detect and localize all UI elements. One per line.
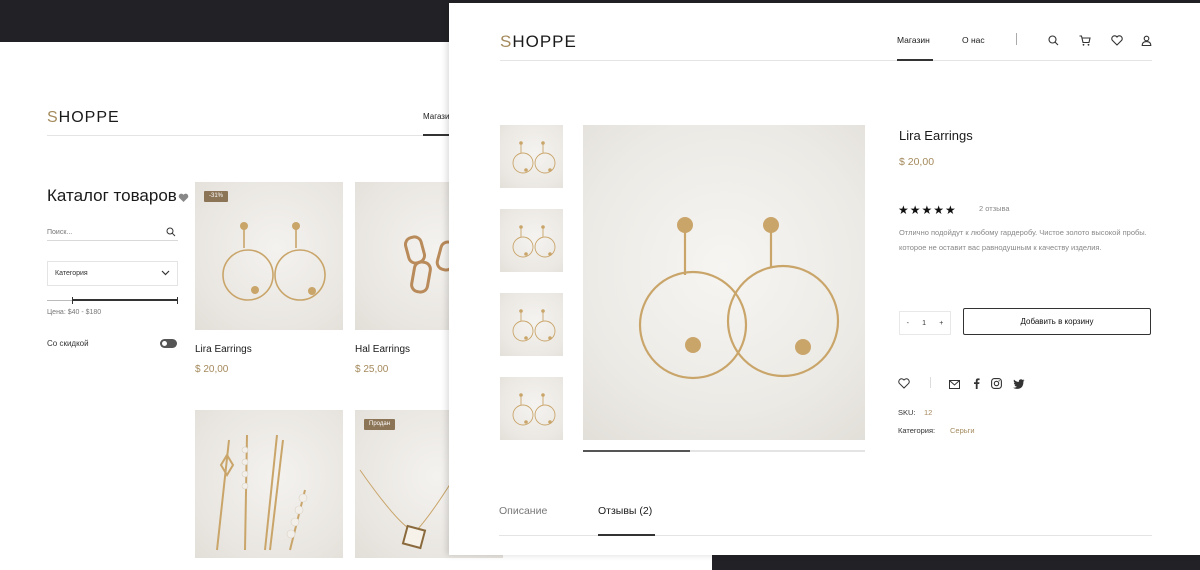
page-title: Каталог товаров: [47, 186, 177, 205]
gallery-thumbnail[interactable]: [500, 209, 563, 272]
search-field[interactable]: [47, 221, 178, 241]
tabs-divider: [499, 535, 1152, 536]
logo-first-letter: S: [47, 109, 59, 126]
cart-icon[interactable]: [1079, 33, 1091, 51]
price-range-handle-max[interactable]: [177, 297, 178, 304]
tab-active-indicator: [598, 534, 655, 536]
category-select[interactable]: Категория: [47, 261, 178, 286]
email-icon[interactable]: [949, 376, 960, 394]
product-window: SHOPPE Магазин О нас Lira Earrings $ 20,…: [449, 3, 1200, 555]
search-icon[interactable]: [166, 224, 176, 242]
earrings-hoop-icon: [512, 225, 556, 258]
quantity-stepper[interactable]: - 1 +: [899, 311, 951, 335]
search-input[interactable]: [47, 225, 157, 236]
logo[interactable]: SHOPPE: [500, 32, 577, 52]
gallery-scrollbar-thumb[interactable]: [583, 450, 690, 452]
earrings-hoop-icon: [222, 222, 326, 301]
earrings-hoop-icon: [512, 393, 556, 426]
heart-icon[interactable]: [1111, 33, 1123, 51]
product-name[interactable]: Lira Earrings: [195, 344, 252, 355]
logo-first-letter: S: [500, 32, 513, 51]
nav-about-link[interactable]: О нас: [962, 35, 985, 45]
product-title: Lira Earrings: [899, 128, 973, 143]
product-main-image[interactable]: [583, 125, 865, 440]
category-label: Категория:: [898, 426, 936, 435]
tab-description[interactable]: Описание: [499, 505, 547, 517]
earrings-hoop-icon: [638, 217, 840, 380]
nav-active-indicator: [897, 59, 933, 61]
share-divider: [930, 377, 931, 388]
discount-badge: -31%: [204, 191, 229, 202]
nav-shop-link[interactable]: Магазин: [897, 35, 930, 45]
header-divider: [500, 60, 1152, 61]
search-icon[interactable]: [1048, 33, 1059, 51]
twitter-icon[interactable]: [1013, 376, 1025, 394]
gallery-thumbnail[interactable]: [500, 125, 563, 188]
wishlist-heart-icon[interactable]: [898, 376, 910, 394]
chevron-down-icon: [161, 270, 170, 278]
product-name[interactable]: Hal Earrings: [355, 344, 410, 355]
product-image[interactable]: [195, 182, 343, 330]
user-icon[interactable]: [1141, 33, 1152, 51]
qty-minus-button[interactable]: -: [907, 320, 909, 327]
sku-label: SKU:: [898, 408, 916, 417]
product-price: $ 20,00: [195, 364, 229, 375]
logo[interactable]: SHOPPE: [47, 109, 120, 127]
price-range-handle-min[interactable]: [72, 297, 73, 304]
qty-plus-button[interactable]: +: [939, 320, 943, 327]
facebook-icon[interactable]: [973, 376, 980, 394]
sold-badge: Продан: [364, 419, 396, 430]
category-link[interactable]: Серьги: [950, 426, 975, 435]
category-select-label: Категория: [55, 270, 88, 277]
nav-divider: [1016, 33, 1017, 45]
sale-toggle[interactable]: [160, 339, 177, 348]
product-price: $ 20,00: [899, 156, 935, 168]
price-range-fill: [73, 299, 178, 301]
logo-text: HOPPE: [512, 32, 577, 51]
gallery-thumbnail[interactable]: [500, 377, 563, 440]
earrings-hoop-icon: [512, 141, 556, 174]
product-description: Отлично подойдут к любому гардеробу. Чис…: [899, 228, 1147, 252]
price-range-label: Цена: $40 - $180: [47, 309, 102, 316]
qty-value: 1: [922, 319, 927, 327]
gallery-thumbnail[interactable]: [500, 293, 563, 356]
heart-icon[interactable]: [178, 190, 189, 208]
add-to-cart-button[interactable]: Добавить в корзину: [963, 308, 1151, 335]
reviews-count-link[interactable]: 2 отзыва: [979, 204, 1010, 213]
rating-stars: ★★★★★: [898, 203, 957, 217]
earrings-hoop-icon: [512, 309, 556, 342]
hair-pins-icon: [216, 434, 308, 551]
sale-filter-label: Со скидкой: [47, 339, 89, 348]
sku-value: 12: [924, 408, 933, 417]
tab-reviews[interactable]: Отзывы (2): [598, 505, 652, 517]
product-price: $ 25,00: [355, 364, 389, 375]
logo-text: HOPPE: [58, 109, 120, 126]
product-image[interactable]: [195, 410, 343, 558]
instagram-icon[interactable]: [991, 376, 1002, 394]
